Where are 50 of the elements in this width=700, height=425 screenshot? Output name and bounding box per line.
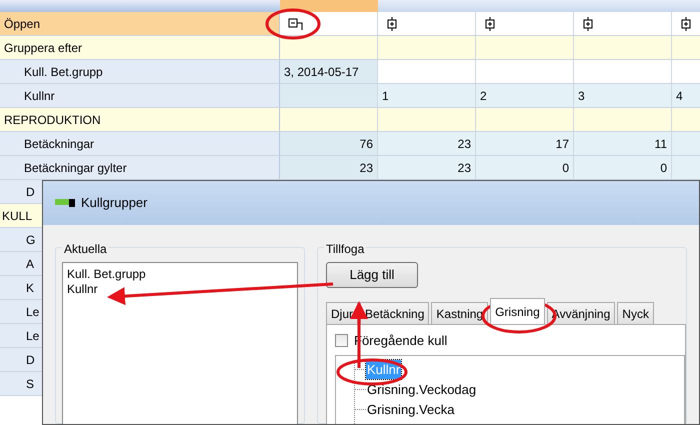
row-label: Le [26,304,40,320]
row-label: K [26,280,34,296]
row-label: D [26,184,35,200]
tree-item[interactable]: Grisning.Vecka [366,400,456,420]
expand-icon[interactable] [484,16,496,30]
highlight-ellipse [266,8,320,40]
tab[interactable]: Kastning [431,302,488,324]
row-label: Betäckningar [0,132,280,155]
table-cell: 4 [672,84,700,107]
add-button[interactable]: Lägg till [326,262,418,288]
tab[interactable]: Grisning [490,298,545,324]
table-cell: 0 [574,156,672,179]
tab[interactable]: Betäckning [360,302,430,324]
row-label: REPRODUKTION [0,108,280,131]
row-label: D [26,352,35,368]
row-label: G [26,232,36,248]
table-cell: 11 [574,132,672,155]
row-label: A [26,256,34,272]
window-title: Kullgrupper [81,194,148,212]
app-icon [55,199,75,207]
table-cell: 3 [574,84,672,107]
list-box[interactable]: Kull. Bet.grupp Kullnr [62,262,298,424]
table-cell: 17 [476,132,574,155]
table-cell: 23 [378,156,476,179]
row-label: Kullnr [0,84,280,107]
expand-icon[interactable] [582,16,594,30]
collapse-icon[interactable] [288,16,304,30]
table-cell: 3, 2014-05-17 [280,60,378,83]
table-cell: 23 [378,132,476,155]
table-cell: 2 [476,84,574,107]
row-label: Kull. Bet.grupp [0,60,280,83]
row-label: KULL [2,208,32,224]
list-item[interactable]: Kullnr [67,282,293,297]
table-cell: 23 [280,156,378,179]
tab[interactable]: Nyck [617,302,654,324]
row-label: Le [26,328,40,344]
list-item[interactable]: Kull. Bet.grupp [67,267,293,282]
checkbox[interactable] [335,334,348,348]
tab[interactable]: Djur [326,302,358,324]
row-label: Gruppera efter [0,36,280,59]
expand-icon[interactable] [386,16,398,30]
tree-item[interactable]: Grisning.Veckodag [366,380,478,400]
row-label: S [26,376,34,392]
expand-icon[interactable] [680,16,692,30]
highlight-ellipse [336,358,408,386]
header-cell: Öppen [0,12,280,35]
table-cell: 0 [476,156,574,179]
table-cell: 1 [378,84,476,107]
table-cell: 76 [280,132,378,155]
row-label: Betäckningar gylter [0,156,280,179]
